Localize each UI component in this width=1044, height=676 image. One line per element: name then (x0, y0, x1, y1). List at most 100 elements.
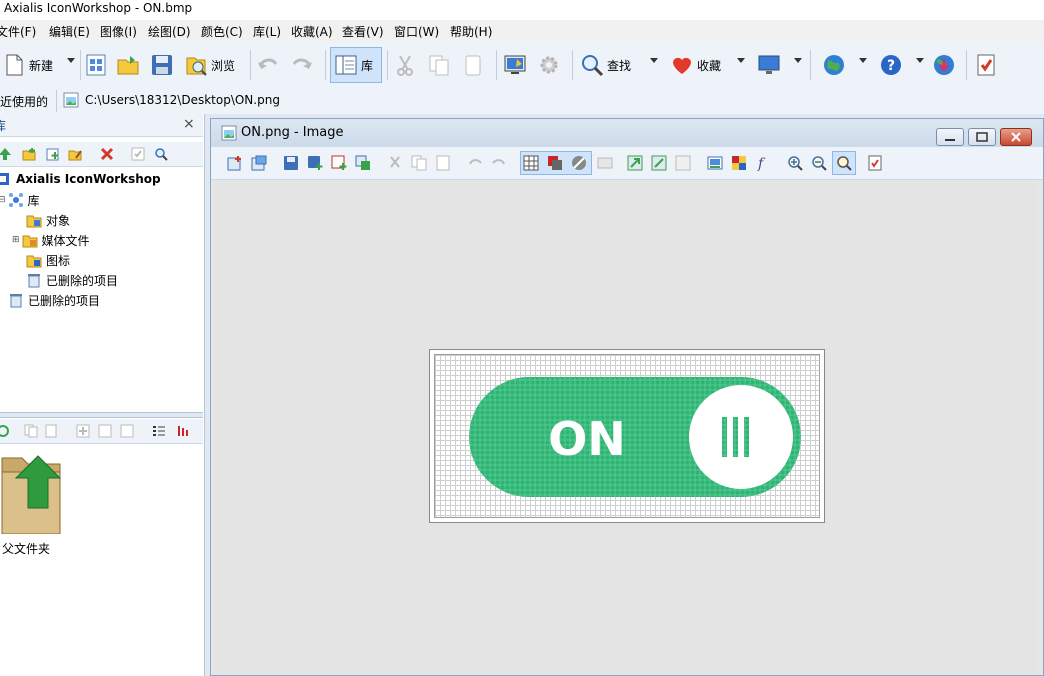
mask-toggle-icon[interactable] (571, 155, 587, 171)
tree-item-library[interactable]: ⊟ 库 (0, 191, 40, 209)
update-button[interactable] (932, 47, 960, 83)
tree-item-objects[interactable]: 对象 (26, 211, 70, 229)
redo-button[interactable] (290, 47, 318, 83)
undo-button[interactable] (256, 47, 284, 83)
scissors-icon[interactable] (387, 155, 403, 171)
browse-button[interactable]: 浏览 (184, 47, 244, 83)
minimize-button[interactable] (936, 128, 964, 146)
pixel-grid[interactable]: ON (434, 354, 821, 519)
zoom-fit-icon[interactable] (836, 155, 852, 171)
panel-splitter[interactable] (0, 412, 203, 418)
menu-image[interactable]: 图像(I) (100, 23, 137, 40)
view-list-icon[interactable] (152, 424, 166, 438)
menu-view[interactable]: 查看(V) (342, 23, 384, 40)
save-icon[interactable] (283, 155, 299, 171)
find-dropdown-icon[interactable] (650, 58, 658, 63)
menu-help[interactable]: 帮助(H) (450, 23, 492, 40)
recent-file-path[interactable]: C:\Users\18312\Desktop\ON.png (85, 93, 280, 107)
new-folder-icon[interactable] (22, 147, 36, 161)
tree-item-deleted[interactable]: 已删除的项目 (8, 291, 100, 309)
favorites-button[interactable]: 收藏 (670, 47, 732, 83)
refresh-icon[interactable] (0, 424, 10, 438)
menu-favorites[interactable]: 收藏(A) (291, 23, 333, 40)
save-plus-icon[interactable] (307, 155, 323, 171)
sort-icon[interactable] (176, 424, 190, 438)
expand-icon[interactable]: ⊞ (12, 235, 20, 245)
validate-icon[interactable] (867, 155, 883, 171)
image-properties-icon[interactable] (707, 155, 723, 171)
delete-icon[interactable] (100, 147, 114, 161)
display-button[interactable] (757, 47, 785, 83)
settings-button[interactable] (537, 47, 565, 83)
new-dropdown-icon[interactable] (67, 58, 75, 63)
tree-item-media-files[interactable]: ⊞ 媒体文件 (12, 231, 90, 249)
open-button[interactable] (116, 47, 144, 83)
find-button[interactable]: 查找 (580, 47, 646, 83)
resize-image-icon[interactable] (651, 155, 667, 171)
menu-window[interactable]: 窗口(W) (394, 23, 439, 40)
menu-draw[interactable]: 绘图(D) (148, 23, 191, 40)
search-icon[interactable] (154, 147, 168, 161)
grid-toggle-icon[interactable] (523, 155, 539, 171)
folder-edit-icon[interactable] (68, 147, 82, 161)
zoom-in-icon[interactable] (787, 155, 803, 171)
move-icon[interactable] (98, 424, 112, 438)
save-button[interactable] (150, 47, 178, 83)
validate-button[interactable] (974, 47, 1002, 83)
toolbar-separator (810, 50, 811, 80)
menu-color[interactable]: 颜色(C) (201, 23, 243, 40)
cut-button[interactable] (393, 47, 421, 83)
toolbar-separator (496, 50, 497, 80)
menu-edit[interactable]: 编辑(E) (49, 23, 90, 40)
open-library-button[interactable] (84, 47, 112, 83)
properties-button[interactable] (503, 47, 531, 83)
editing-canvas[interactable]: ON (215, 181, 1037, 675)
close-button[interactable] (1000, 128, 1032, 146)
display-dropdown-icon[interactable] (794, 58, 802, 63)
image-format-icon[interactable] (251, 155, 267, 171)
convert-icon[interactable] (355, 155, 371, 171)
tree-root[interactable]: Axialis IconWorkshop (0, 170, 161, 188)
collapse-icon[interactable]: ⊟ (0, 195, 6, 205)
preview-icon[interactable] (597, 155, 613, 171)
document-title-bar[interactable]: ON.png - Image (211, 119, 1043, 147)
up-arrow-icon[interactable] (0, 147, 12, 161)
tree-item-icons[interactable]: 图标 (26, 251, 70, 269)
menu-file[interactable]: 文件(F) (0, 23, 36, 40)
paste-icon[interactable] (44, 424, 58, 438)
paste-button[interactable] (461, 47, 489, 83)
add-format-icon[interactable] (331, 155, 347, 171)
canvas-size-icon[interactable] (675, 155, 691, 171)
checklist-icon (974, 53, 998, 77)
web-button[interactable] (822, 47, 850, 83)
tree-item-deleted-child[interactable]: 已删除的项目 (26, 271, 118, 289)
favorites-dropdown-icon[interactable] (737, 58, 745, 63)
help-dropdown-icon[interactable] (916, 58, 924, 63)
background-toggle-icon[interactable] (547, 155, 563, 171)
export-icon[interactable] (120, 424, 134, 438)
browse-magnifier-icon (184, 53, 208, 77)
paste-icon[interactable] (435, 155, 451, 171)
properties-icon[interactable] (131, 147, 145, 161)
new-button[interactable]: 新建 (2, 47, 76, 83)
redo-icon[interactable] (491, 155, 507, 171)
web-dropdown-icon[interactable] (859, 58, 867, 63)
color-palette-icon[interactable] (731, 155, 747, 171)
library-button[interactable]: 库 (330, 47, 382, 83)
copy-button[interactable] (427, 47, 455, 83)
undo-icon[interactable] (467, 155, 483, 171)
filter-icon[interactable]: f (755, 155, 771, 172)
import-image-icon[interactable] (627, 155, 643, 171)
copy-icon[interactable] (411, 155, 427, 171)
recycle-bin-icon (26, 272, 42, 288)
new-image-icon[interactable] (227, 155, 243, 171)
add-icon[interactable] (76, 424, 90, 438)
menu-library[interactable]: 库(L) (253, 23, 281, 40)
copy-icon[interactable] (24, 424, 38, 438)
maximize-button[interactable] (968, 128, 996, 146)
zoom-out-icon[interactable] (811, 155, 827, 171)
help-button[interactable]: ? (879, 47, 907, 83)
close-panel-icon[interactable]: × (183, 116, 195, 132)
parent-folder-item[interactable] (0, 452, 70, 535)
add-item-icon[interactable] (46, 147, 60, 161)
